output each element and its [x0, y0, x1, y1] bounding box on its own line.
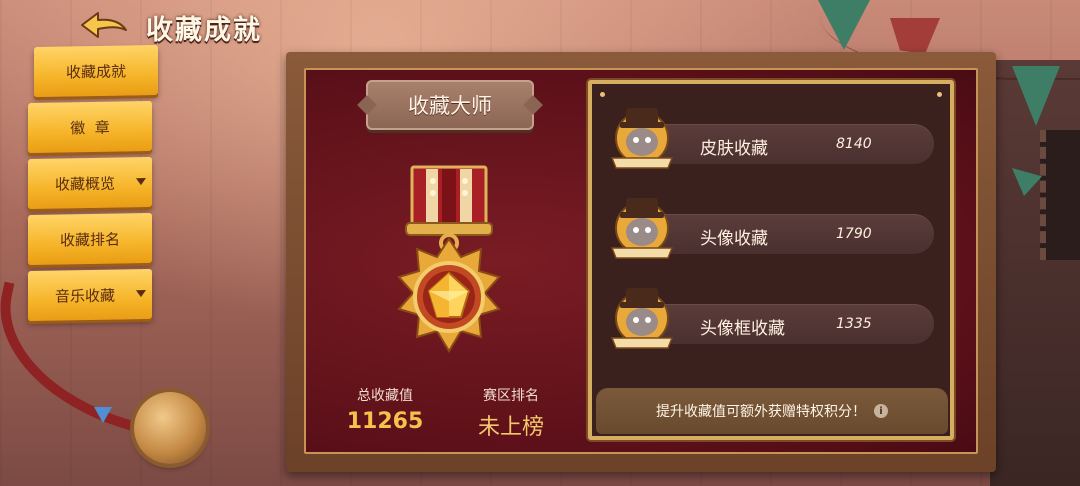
collection-value: 1790: [836, 226, 872, 242]
total-collection-value: 11265: [346, 409, 424, 434]
panel-rivet: [937, 92, 942, 97]
sidebar-item-label: 收藏排名: [59, 229, 120, 250]
back-arrow-icon: [81, 12, 127, 38]
tom-cat-badge-icon: [610, 198, 674, 259]
bunting-flag: [818, 0, 870, 50]
sidebar-item-label: 收藏概览: [54, 174, 115, 194]
page-title: 收藏成就: [146, 15, 262, 46]
collection-row-skins[interactable]: 皮肤收藏 8140: [598, 98, 940, 182]
sidebar-item-label: 收藏成就: [65, 61, 126, 82]
region-rank-label: 赛区排名: [483, 388, 539, 404]
collection-row-avatars[interactable]: 头像收藏 1790: [598, 188, 940, 272]
dropdown-arrow-icon: [136, 290, 146, 298]
sidebar-item-collection-overview[interactable]: 收藏概览: [28, 156, 152, 210]
rank-title-plaque: 收藏大师: [366, 80, 534, 130]
sidebar-item-collection-ranking[interactable]: 收藏排名: [28, 212, 152, 266]
sidebar-item-label: 徽 章: [70, 118, 110, 137]
sidebar-item-badges[interactable]: 徽 章: [28, 100, 152, 154]
sidebar-item-music-collection[interactable]: 音乐收藏: [28, 268, 152, 322]
bronze-medal-decoration: [134, 392, 206, 464]
sidebar: 收藏成就 徽 章 收藏概览 收藏排名 音乐收藏: [28, 44, 160, 326]
collection-name: 皮肤收藏: [700, 139, 768, 159]
total-collection-label: 总收藏值: [357, 388, 413, 404]
collection-value: 8140: [836, 136, 872, 152]
rank-title: 收藏大师: [408, 94, 492, 118]
tip-bar[interactable]: 提升收藏值可额外获赠特权积分！ i: [596, 388, 948, 434]
sidebar-item-label: 音乐收藏: [54, 286, 115, 306]
collection-row-avatar-frames[interactable]: 头像框收藏 1335: [598, 278, 940, 362]
sidebar-item-collection-achievement[interactable]: 收藏成就: [34, 44, 158, 98]
total-collection-stat: 总收藏值 11265: [335, 385, 435, 434]
film-strip-decoration: [1040, 130, 1080, 260]
collection-name: 头像框收藏: [700, 319, 785, 339]
region-rank-stat: 赛区排名 未上榜: [461, 385, 561, 441]
collection-name: 头像收藏: [700, 229, 768, 249]
collection-value: 1335: [836, 316, 872, 332]
dropdown-arrow-icon: [136, 178, 146, 186]
triangle-decoration: [94, 407, 112, 423]
region-rank-value: 未上榜: [477, 415, 544, 440]
medal-icon: [397, 165, 501, 353]
bunting-flag: [1012, 66, 1060, 126]
back-button[interactable]: [80, 10, 130, 40]
info-icon[interactable]: i: [874, 404, 888, 418]
tom-cat-badge-icon: [610, 108, 674, 169]
tip-text: 提升收藏值可额外获赠特权积分！: [656, 404, 866, 420]
panel-rivet: [600, 92, 605, 97]
tom-cat-badge-icon: [610, 288, 674, 349]
